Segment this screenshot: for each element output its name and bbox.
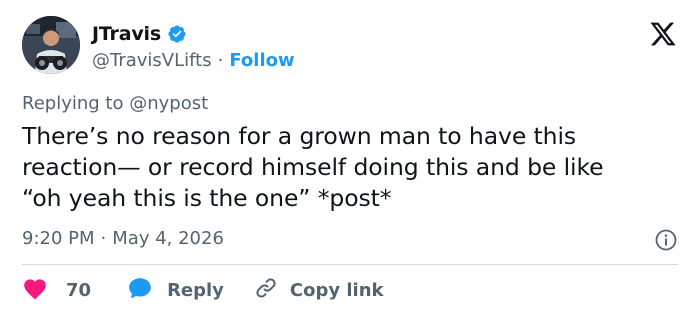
reply-label: Reply xyxy=(167,279,224,301)
copy-link-label: Copy link xyxy=(289,279,384,301)
avatar-photo xyxy=(22,16,80,74)
avatar[interactable] xyxy=(22,16,80,74)
reply-button[interactable]: Reply xyxy=(127,276,224,305)
tweet-card: JTravis @TravisVLifts · Follow Replying … xyxy=(0,0,700,318)
link-icon xyxy=(254,276,278,305)
heart-icon xyxy=(22,276,48,305)
copy-link-button[interactable]: Copy link xyxy=(254,276,384,305)
author-name-row: JTravis xyxy=(92,20,187,48)
like-count: 70 xyxy=(66,279,92,301)
action-bar: 70 Reply Copy link xyxy=(22,276,384,304)
like-button[interactable]: 70 xyxy=(22,276,91,305)
verified-badge-icon xyxy=(167,24,187,44)
timestamp-separator: · xyxy=(100,228,107,249)
follow-button[interactable]: Follow xyxy=(229,50,294,71)
tweet-time: 9:20 PM xyxy=(22,228,95,249)
user-handle[interactable]: @TravisVLifts xyxy=(92,50,212,71)
reply-mention-link[interactable]: @nypost xyxy=(129,93,208,114)
x-logo-icon[interactable] xyxy=(648,20,678,48)
reply-context: Replying to @nypost xyxy=(22,93,208,114)
handle-separator: · xyxy=(217,49,224,71)
handle-row: @TravisVLifts · Follow xyxy=(92,48,295,72)
tweet-date: May 4, 2026 xyxy=(112,228,224,249)
divider xyxy=(22,264,678,265)
tweet-text: There’s no reason for a grown man to hav… xyxy=(22,122,604,212)
display-name[interactable]: JTravis xyxy=(92,23,161,45)
speech-bubble-icon xyxy=(127,276,153,305)
reply-context-prefix: Replying to xyxy=(22,93,124,114)
info-icon[interactable] xyxy=(654,228,678,252)
timestamp[interactable]: 9:20 PM · May 4, 2026 xyxy=(22,228,224,249)
